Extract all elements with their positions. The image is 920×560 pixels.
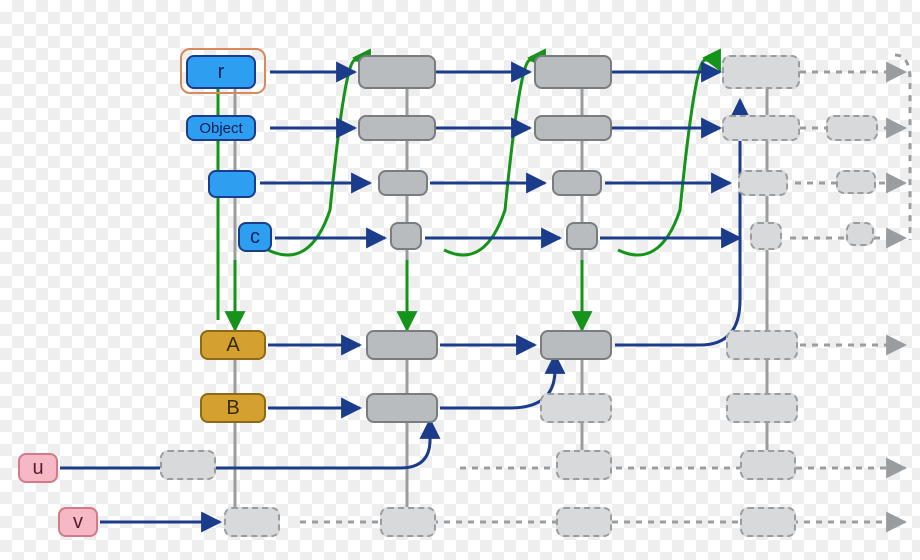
node-ghost <box>846 222 874 246</box>
node-grey <box>566 222 598 250</box>
node-ghost <box>540 393 612 423</box>
node-grey <box>390 222 422 250</box>
node-anon0 <box>208 170 256 198</box>
node-b: B <box>200 393 266 423</box>
node-grey <box>366 393 438 423</box>
node-grey <box>378 170 428 196</box>
node-r: r <box>186 55 256 89</box>
node-ghost <box>738 170 788 196</box>
label: A <box>226 334 239 357</box>
node-ghost <box>726 330 798 360</box>
node-ghost <box>750 222 782 250</box>
node-grey <box>552 170 602 196</box>
node-v: v <box>58 507 98 537</box>
node-ghost <box>556 507 612 537</box>
node-ghost <box>726 393 798 423</box>
node-ghost <box>556 450 612 480</box>
label: Object <box>199 120 242 137</box>
node-grey <box>534 115 612 141</box>
label: v <box>73 511 83 534</box>
label: B <box>226 397 239 420</box>
node-ghost <box>160 450 216 480</box>
label: u <box>32 457 43 480</box>
node-c: c <box>238 222 272 252</box>
node-grey <box>534 55 612 89</box>
label: c <box>250 226 260 249</box>
node-ghost <box>740 507 796 537</box>
node-u: u <box>18 453 58 483</box>
node-ghost <box>722 55 800 89</box>
node-ghost <box>380 507 436 537</box>
node-ghost <box>722 115 800 141</box>
node-grey <box>358 55 436 89</box>
node-ghost <box>740 450 796 480</box>
node-ghost <box>836 170 876 194</box>
label: r <box>218 61 225 84</box>
node-grey <box>366 330 438 360</box>
node-a: A <box>200 330 266 360</box>
node-grey <box>358 115 436 141</box>
node-ghost <box>224 507 280 537</box>
node-grey <box>540 330 612 360</box>
node-object: Object <box>186 115 256 141</box>
node-ghost <box>826 115 878 141</box>
